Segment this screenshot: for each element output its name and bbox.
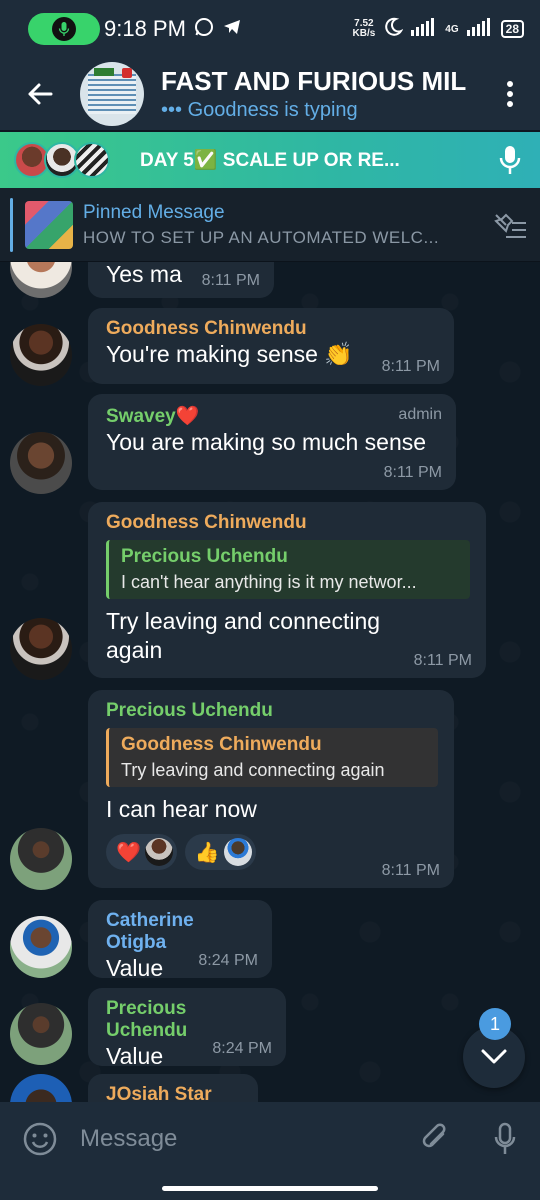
reply-preview[interactable]: Precious Uchendu I can't hear anything i… xyxy=(106,540,470,599)
message-bubble[interactable]: Goodness Chinwendu Precious Uchendu I ca… xyxy=(88,502,486,678)
reply-sender: Goodness Chinwendu xyxy=(121,734,322,755)
pinned-message-bar[interactable]: Pinned Message HOW TO SET UP AN AUTOMATE… xyxy=(0,188,540,262)
clock: 9:18 PM xyxy=(104,16,186,41)
message-time: 8:24 PM xyxy=(212,1040,272,1057)
sender-name: JOsiah Star xyxy=(106,1084,212,1102)
message-composer xyxy=(0,1102,540,1176)
message-list[interactable]: Yes ma 8:11 PM Goodness Chinwendu You're… xyxy=(0,262,540,1102)
pinned-label: Pinned Message xyxy=(83,201,225,223)
reply-text: I can't hear anything is it my networ... xyxy=(121,572,417,592)
voice-chat-title: DAY 5✅ SCALE UP OR RE... xyxy=(140,150,400,171)
sender-avatar[interactable] xyxy=(10,1074,72,1102)
thumbs-up-reaction-emoji: 👍 xyxy=(194,841,220,864)
whatsapp-icon xyxy=(194,17,214,42)
sender-name: Precious Uchendu xyxy=(106,998,188,1041)
sender-avatar[interactable] xyxy=(10,1003,72,1065)
home-indicator[interactable] xyxy=(162,1185,378,1191)
smiley-icon xyxy=(23,1122,57,1156)
sender-name: Swavey❤️ xyxy=(106,406,200,427)
reactor-avatar xyxy=(223,838,252,866)
network-type: 4G xyxy=(445,23,459,35)
active-mic-indicator[interactable] xyxy=(28,13,100,45)
attach-button[interactable] xyxy=(400,1122,470,1156)
mic-icon xyxy=(52,17,76,41)
message-text: I can hear now xyxy=(106,796,257,822)
sender-avatar[interactable] xyxy=(10,432,72,494)
back-button[interactable] xyxy=(0,58,80,130)
chevron-down-icon xyxy=(481,1049,507,1064)
signal-icon xyxy=(411,17,437,41)
gesture-nav-bar xyxy=(0,1176,540,1200)
reply-text: Try leaving and connecting again xyxy=(121,760,385,780)
message-bubble[interactable]: Swavey❤️ admin You are making so much se… xyxy=(88,394,456,490)
telegram-icon xyxy=(222,17,242,42)
emoji-button[interactable] xyxy=(0,1121,80,1157)
message-time: 8:11 PM xyxy=(383,464,442,481)
participant-avatar xyxy=(74,142,110,178)
message-time: 8:11 PM xyxy=(381,358,440,375)
sender-avatar[interactable] xyxy=(10,916,72,978)
microphone-icon xyxy=(499,146,521,174)
typing-text: Goodness is typing xyxy=(187,99,358,121)
pinned-indicator xyxy=(10,197,13,252)
status-bar: 9:18 PM 7.52 KB/s 4G 28 xyxy=(0,0,540,58)
chat-header: FAST AND FURIOUS MIL ••• Goodness is typ… xyxy=(0,58,540,130)
message-input[interactable] xyxy=(80,1125,400,1153)
sender-name: Goodness Chinwendu xyxy=(106,512,307,533)
reply-sender: Precious Uchendu xyxy=(121,546,288,567)
message-text: Try leaving and connecting again xyxy=(106,608,381,663)
sender-avatar[interactable] xyxy=(10,618,72,680)
pinned-preview: HOW TO SET UP AN AUTOMATED WELC... xyxy=(83,227,440,247)
typing-dots: ••• xyxy=(161,99,183,121)
reactor-avatar xyxy=(144,838,173,866)
sender-avatar[interactable] xyxy=(10,324,72,386)
reply-preview[interactable]: Goodness Chinwendu Try leaving and conne… xyxy=(106,728,438,787)
paperclip-icon xyxy=(422,1123,446,1148)
message-text: You are making so much sense xyxy=(106,429,427,455)
heart-reaction-emoji: ❤️ xyxy=(116,841,141,864)
message-bubble[interactable]: Goodness Chinwendu You're making sense 👏… xyxy=(88,308,454,384)
sender-avatar[interactable] xyxy=(10,828,72,890)
voice-chat-participants xyxy=(14,142,110,178)
signal-icon-secondary xyxy=(466,17,493,41)
message-bubble[interactable]: Catherine Otigba Value 8:24 PM xyxy=(88,900,272,981)
sender-name: Goodness Chinwendu xyxy=(106,318,307,339)
voice-chat-mic-button[interactable] xyxy=(480,145,540,175)
sender-avatar[interactable] xyxy=(10,262,72,298)
unread-count-badge: 1 xyxy=(479,1008,511,1040)
message-bubble[interactable]: Precious Uchendu Value 8:24 PM xyxy=(88,988,286,1069)
back-arrow-icon xyxy=(28,83,53,105)
sender-name: Precious Uchendu xyxy=(106,700,273,721)
kebab-menu-icon xyxy=(507,81,513,107)
voice-record-button[interactable] xyxy=(470,1122,540,1156)
chat-title-area[interactable]: FAST AND FURIOUS MIL ••• Goodness is typ… xyxy=(161,66,480,122)
reaction-heart[interactable]: ❤️ xyxy=(106,834,177,870)
message-time: 8:11 PM xyxy=(381,862,440,879)
group-avatar[interactable] xyxy=(80,62,144,126)
admin-badge: admin xyxy=(398,406,442,423)
voice-chat-banner[interactable]: DAY 5✅ SCALE UP OR RE... xyxy=(0,132,540,188)
sender-name: Catherine Otigba xyxy=(106,910,194,953)
message-bubble[interactable]: JOsiah Star xyxy=(88,1074,258,1102)
pinned-thumbnail xyxy=(25,200,73,249)
more-options-button[interactable] xyxy=(480,58,540,130)
message-time: 8:24 PM xyxy=(198,952,258,969)
reaction-thumbs-up[interactable]: 👍 xyxy=(184,834,256,870)
do-not-disturb-moon-icon xyxy=(383,17,404,42)
message-time: 8:11 PM xyxy=(201,272,260,289)
chat-title: FAST AND FURIOUS MIL xyxy=(161,66,467,96)
microphone-icon xyxy=(494,1122,516,1154)
message-time: 8:11 PM xyxy=(413,652,472,669)
battery-indicator: 28 xyxy=(500,20,524,38)
message-bubble[interactable]: Yes ma 8:11 PM xyxy=(88,262,274,298)
pinned-list-button[interactable] xyxy=(480,211,540,239)
network-speed: 7.52 KB/s xyxy=(352,18,376,39)
pin-list-icon xyxy=(494,213,526,238)
message-bubble[interactable]: Precious Uchendu Goodness Chinwendu Try … xyxy=(88,690,454,888)
typing-status: ••• Goodness is typing xyxy=(161,99,480,122)
